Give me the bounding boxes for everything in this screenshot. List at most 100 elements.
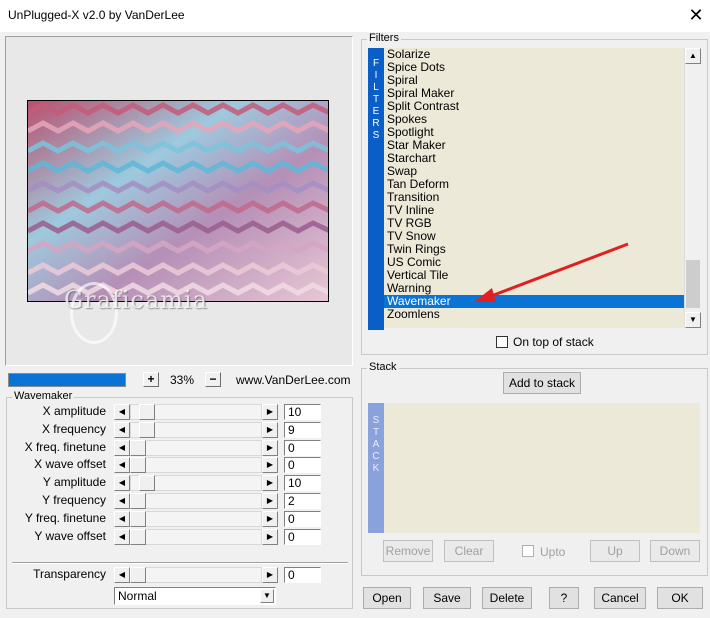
zoom-out-button[interactable]: − bbox=[205, 372, 221, 387]
param-value-input[interactable]: 9 bbox=[284, 422, 321, 438]
param-value-input[interactable]: 0 bbox=[284, 457, 321, 473]
filters-side-strip: FILTERS bbox=[368, 48, 384, 330]
stack-strip-letter: A bbox=[372, 439, 380, 450]
param-value-input[interactable]: 0 bbox=[284, 440, 321, 456]
wavemaker-group-label: Wavemaker bbox=[12, 390, 75, 402]
close-icon[interactable]: ✕ bbox=[688, 6, 704, 24]
param-label: Y frequency bbox=[42, 493, 106, 507]
filters-scrollbar[interactable]: ▲ ▼ bbox=[684, 48, 701, 328]
watermark-text: Graficamia bbox=[64, 286, 209, 314]
help-button[interactable]: ? bbox=[549, 587, 579, 609]
param-value-input[interactable]: 0 bbox=[284, 511, 321, 527]
stack-strip-letter: T bbox=[372, 427, 380, 438]
filters-strip-letter: F bbox=[372, 58, 380, 69]
param-slider-thumb[interactable] bbox=[139, 404, 155, 420]
down-button[interactable]: Down bbox=[650, 540, 700, 562]
zoom-level: 33% bbox=[170, 373, 195, 387]
param-slider-thumb[interactable] bbox=[139, 475, 155, 491]
param-slider-track[interactable] bbox=[130, 493, 262, 509]
separator bbox=[12, 562, 348, 564]
up-button[interactable]: Up bbox=[590, 540, 640, 562]
slider-right-arrow-icon[interactable]: ▶ bbox=[262, 529, 278, 545]
slider-right-arrow-icon[interactable]: ▶ bbox=[262, 422, 278, 438]
slider-left-arrow-icon[interactable]: ◀ bbox=[114, 440, 130, 456]
slider-left-arrow-icon[interactable]: ◀ bbox=[114, 567, 130, 583]
param-value-input[interactable]: 10 bbox=[284, 404, 321, 420]
param-slider-track[interactable] bbox=[130, 457, 262, 473]
transparency-label: Transparency bbox=[33, 567, 106, 581]
slider-left-arrow-icon[interactable]: ◀ bbox=[114, 529, 130, 545]
remove-button[interactable]: Remove bbox=[383, 540, 433, 562]
param-slider-thumb[interactable] bbox=[130, 457, 146, 473]
stack-strip-letter: S bbox=[372, 415, 380, 426]
window-title: UnPlugged-X v2.0 by VanDerLee bbox=[8, 8, 185, 22]
slider-left-arrow-icon[interactable]: ◀ bbox=[114, 493, 130, 509]
slider-left-arrow-icon[interactable]: ◀ bbox=[114, 475, 130, 491]
param-slider-track[interactable] bbox=[130, 511, 262, 527]
wave-preview-graphic bbox=[28, 101, 328, 301]
filters-strip-letter: E bbox=[372, 106, 380, 117]
scroll-thumb[interactable] bbox=[686, 260, 700, 308]
slider-right-arrow-icon[interactable]: ▶ bbox=[262, 567, 278, 583]
preview-image bbox=[27, 100, 329, 302]
save-button[interactable]: Save bbox=[423, 587, 471, 609]
stack-strip-letter: K bbox=[372, 463, 380, 474]
slider-right-arrow-icon[interactable]: ▶ bbox=[262, 511, 278, 527]
param-slider-thumb[interactable] bbox=[130, 440, 146, 456]
filter-list-item[interactable]: Starchart bbox=[384, 152, 684, 165]
filters-strip-letter: R bbox=[372, 118, 380, 129]
param-value-input[interactable]: 0 bbox=[284, 529, 321, 545]
upto-label: Upto bbox=[540, 545, 566, 559]
on-top-of-stack-checkbox[interactable] bbox=[496, 336, 508, 348]
clear-button[interactable]: Clear bbox=[444, 540, 494, 562]
blend-mode-value: Normal bbox=[118, 589, 157, 603]
transparency-value-input[interactable]: 0 bbox=[284, 567, 321, 583]
param-label: X freq. finetune bbox=[24, 440, 106, 454]
annotation-arrow-icon bbox=[474, 242, 629, 302]
slider-left-arrow-icon[interactable]: ◀ bbox=[114, 422, 130, 438]
stack-side-strip: STACK bbox=[368, 403, 384, 533]
filter-list-item[interactable]: Spice Dots bbox=[384, 61, 684, 74]
param-label: X amplitude bbox=[42, 404, 106, 418]
param-value-input[interactable]: 2 bbox=[284, 493, 321, 509]
filters-strip-letter: T bbox=[372, 94, 380, 105]
transparency-slider-thumb[interactable] bbox=[130, 567, 146, 583]
blend-mode-select[interactable]: Normal ▼ bbox=[114, 587, 276, 605]
param-slider-track[interactable] bbox=[130, 529, 262, 545]
slider-right-arrow-icon[interactable]: ▶ bbox=[262, 404, 278, 420]
param-label: Y wave offset bbox=[34, 529, 106, 543]
delete-button[interactable]: Delete bbox=[482, 587, 532, 609]
open-button[interactable]: Open bbox=[363, 587, 411, 609]
scroll-up-icon[interactable]: ▲ bbox=[685, 48, 701, 64]
param-slider-thumb[interactable] bbox=[130, 511, 146, 527]
website-link[interactable]: www.VanDerLee.com bbox=[236, 373, 351, 387]
param-slider-thumb[interactable] bbox=[130, 493, 146, 509]
param-slider-thumb[interactable] bbox=[130, 529, 146, 545]
scroll-down-icon[interactable]: ▼ bbox=[685, 312, 701, 328]
chevron-down-icon[interactable]: ▼ bbox=[260, 589, 274, 603]
param-slider-thumb[interactable] bbox=[139, 422, 155, 438]
slider-right-arrow-icon[interactable]: ▶ bbox=[262, 493, 278, 509]
upto-checkbox[interactable] bbox=[522, 545, 534, 557]
param-value-input[interactable]: 10 bbox=[284, 475, 321, 491]
zoom-in-button[interactable]: + bbox=[143, 372, 159, 387]
param-label: X frequency bbox=[41, 422, 106, 436]
slider-left-arrow-icon[interactable]: ◀ bbox=[114, 511, 130, 527]
slider-right-arrow-icon[interactable]: ▶ bbox=[262, 457, 278, 473]
stack-strip-letter: C bbox=[372, 451, 380, 462]
slider-left-arrow-icon[interactable]: ◀ bbox=[114, 457, 130, 473]
slider-left-arrow-icon[interactable]: ◀ bbox=[114, 404, 130, 420]
transparency-slider-track[interactable] bbox=[130, 567, 262, 583]
param-slider-track[interactable] bbox=[130, 440, 262, 456]
progress-bar bbox=[8, 373, 126, 387]
filters-strip-letter: S bbox=[372, 130, 380, 141]
filter-list-item[interactable]: Split Contrast bbox=[384, 100, 684, 113]
filters-strip-letter: L bbox=[373, 82, 379, 93]
stack-list[interactable] bbox=[384, 403, 700, 533]
cancel-button[interactable]: Cancel bbox=[594, 587, 646, 609]
ok-button[interactable]: OK bbox=[657, 587, 703, 609]
slider-right-arrow-icon[interactable]: ▶ bbox=[262, 475, 278, 491]
slider-right-arrow-icon[interactable]: ▶ bbox=[262, 440, 278, 456]
filters-group-label: Filters bbox=[367, 32, 401, 44]
add-to-stack-button[interactable]: Add to stack bbox=[503, 372, 581, 394]
